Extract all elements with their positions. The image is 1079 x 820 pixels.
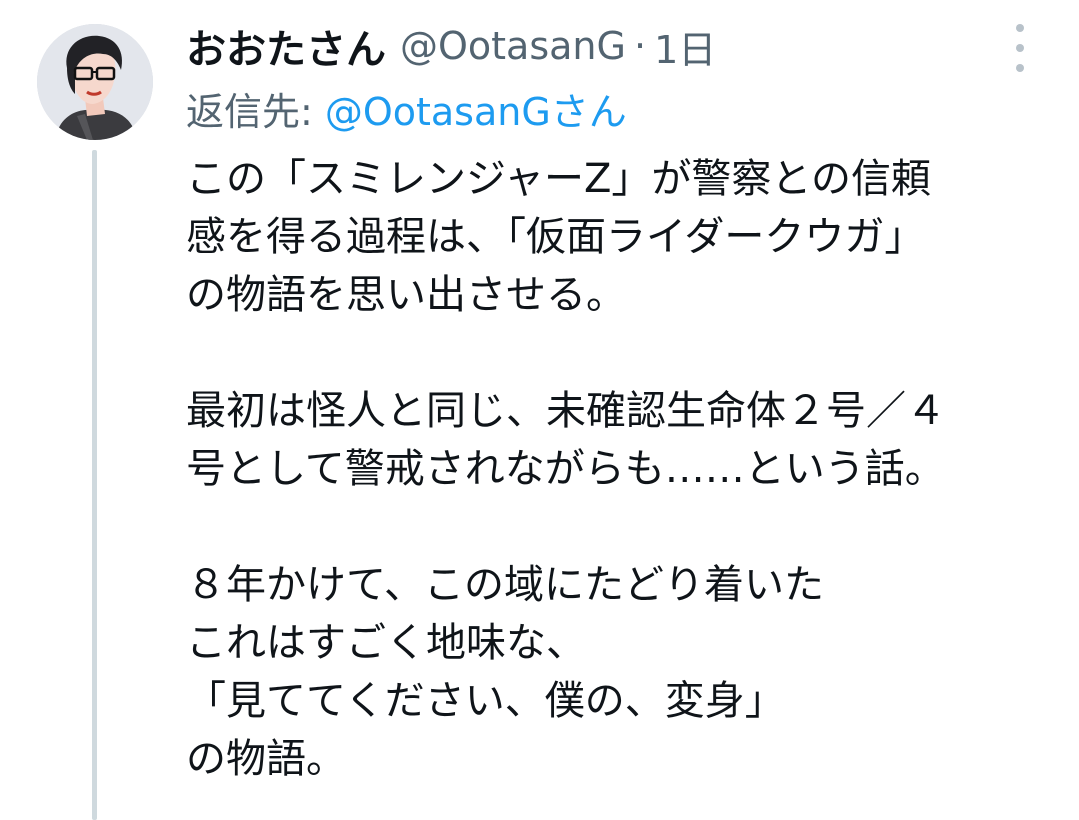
more-options-button[interactable]: [1002, 24, 1038, 72]
display-name[interactable]: おおたさん: [186, 17, 386, 75]
tweet-text-line: 感を得る過程は、「仮面ライダークウガ」: [186, 214, 925, 260]
tweet-text-line: これはすごく地味な、: [186, 620, 586, 666]
tweet-text-line: 号として警戒されながらも……という話。: [186, 446, 945, 492]
tweet-text-line: の物語を思い出させる。: [186, 272, 626, 318]
user-handle[interactable]: @OotasanG: [400, 24, 626, 68]
more-vertical-icon-dot: [1016, 24, 1024, 32]
tweet-text-line: この「スミレンジャーZ」が警察との信頼: [186, 156, 932, 202]
thread-line: [92, 150, 97, 820]
tweet-header: おおたさん @OotasanG · 1日: [186, 16, 716, 76]
avatar-illustration: [37, 24, 153, 140]
tweet-text-line: 最初は怪人と同じ、未確認生命体２号／４: [186, 388, 946, 434]
more-vertical-icon-dot: [1016, 44, 1024, 52]
tweet-text-line: ８年かけて、この域にたどり着いた: [186, 562, 824, 608]
tweet[interactable]: おおたさん @OotasanG · 1日 返信先: @OotasanGさん この…: [0, 0, 1079, 820]
reply-context: 返信先: @OotasanGさん: [186, 80, 627, 136]
tweet-text: この「スミレンジャーZ」が警察との信頼 感を得る過程は、「仮面ライダークウガ」 …: [186, 150, 1066, 788]
user-avatar-icon[interactable]: [37, 24, 153, 140]
reply-label: 返信先:: [186, 89, 313, 134]
separator-dot: ·: [633, 24, 647, 68]
more-vertical-icon-dot: [1016, 64, 1024, 72]
tweet-text-line: の物語。: [186, 736, 346, 782]
reply-target-link[interactable]: @OotasanGさん: [325, 81, 627, 136]
timestamp[interactable]: 1日: [654, 19, 716, 74]
tweet-text-line: 「見ててください、僕の、変身」: [186, 678, 785, 724]
